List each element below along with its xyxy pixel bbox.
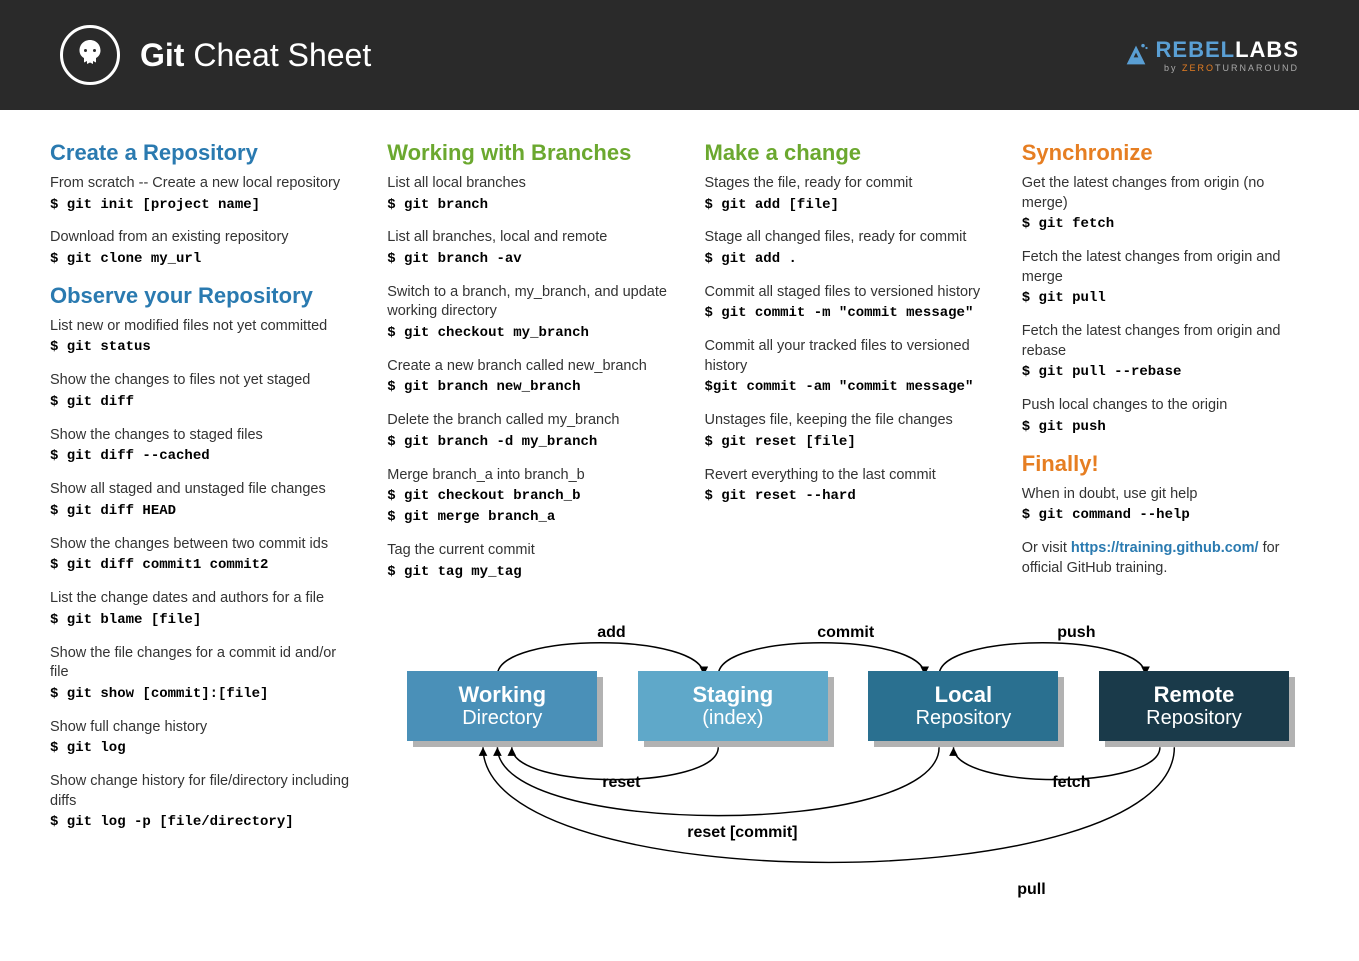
- cmd: $ git merge branch_a: [387, 508, 674, 527]
- label-reset-commit: reset [commit]: [687, 824, 797, 842]
- desc: Tag the current commit: [387, 541, 674, 561]
- desc: Revert everything to the last commit: [705, 466, 992, 486]
- desc: Delete the branch called my_branch: [387, 411, 674, 431]
- column-4: Synchronize Get the latest changes from …: [1022, 130, 1309, 596]
- column-right-wrap: Working with Branches List all local bra…: [387, 130, 1309, 936]
- rebellabs-icon: [1122, 41, 1150, 69]
- cmd: $ git branch new_branch: [387, 378, 674, 397]
- title-light: Cheat Sheet: [184, 37, 371, 73]
- cmd: $ git blame [file]: [50, 611, 357, 630]
- cmd: $ git add .: [705, 250, 992, 269]
- desc: Or visit https://training.github.com/ fo…: [1022, 539, 1309, 578]
- logo-labs: LABS: [1235, 37, 1299, 62]
- cmd: $ git init [project name]: [50, 196, 357, 215]
- desc: Download from an existing repository: [50, 228, 357, 248]
- desc: Show the file changes for a commit id an…: [50, 644, 357, 683]
- cmd: $ git checkout branch_b: [387, 487, 674, 506]
- cmd: $ git log -p [file/directory]: [50, 813, 357, 832]
- desc: Show the changes to files not yet staged: [50, 371, 357, 391]
- cmd: $ git pull: [1022, 289, 1309, 308]
- title-bold: Git: [140, 37, 184, 73]
- desc: Show the changes between two commit ids: [50, 535, 357, 555]
- diagram-arrows: [387, 616, 1309, 936]
- desc: Push local changes to the origin: [1022, 396, 1309, 416]
- heading-synchronize: Synchronize: [1022, 140, 1309, 166]
- desc: Commit all staged files to versioned his…: [705, 283, 992, 303]
- desc: Create a new branch called new_branch: [387, 357, 674, 377]
- desc: Commit all your tracked files to version…: [705, 337, 992, 376]
- cmd: $ git show [commit]:[file]: [50, 685, 357, 704]
- cmd: $ git pull --rebase: [1022, 363, 1309, 382]
- header-bar: Git Cheat Sheet REBELLABS by ZEROTURNARO…: [0, 0, 1359, 110]
- cmd: $ git reset [file]: [705, 433, 992, 452]
- desc: Stage all changed files, ready for commi…: [705, 228, 992, 248]
- heading-finally: Finally!: [1022, 451, 1309, 477]
- cmd: $ git branch -d my_branch: [387, 433, 674, 452]
- desc: Unstages file, keeping the file changes: [705, 411, 992, 431]
- content-grid: Create a Repository From scratch -- Crea…: [0, 110, 1359, 956]
- training-link[interactable]: https://training.github.com/: [1071, 540, 1259, 556]
- cmd: $ git fetch: [1022, 215, 1309, 234]
- github-octopus-icon: [60, 25, 120, 85]
- page-title: Git Cheat Sheet: [140, 37, 371, 74]
- logo-by: by: [1164, 63, 1182, 73]
- logo-zero: ZERO: [1182, 63, 1215, 73]
- cmd: $ git diff commit1 commit2: [50, 556, 357, 575]
- cmd: $ git checkout my_branch: [387, 324, 674, 343]
- column-3: Make a change Stages the file, ready for…: [705, 130, 992, 596]
- column-1: Create a Repository From scratch -- Crea…: [50, 130, 357, 936]
- column-2: Working with Branches List all local bra…: [387, 130, 674, 596]
- desc: When in doubt, use git help: [1022, 485, 1309, 505]
- cmd: $ git status: [50, 338, 357, 357]
- cmd: $ git reset --hard: [705, 487, 992, 506]
- cmd: $ git branch: [387, 196, 674, 215]
- logo-turnaround: TURNAROUND: [1215, 63, 1299, 73]
- desc: From scratch -- Create a new local repos…: [50, 174, 357, 194]
- label-fetch: fetch: [1052, 774, 1090, 792]
- cmd: $ git commit -m "commit message": [705, 304, 992, 323]
- logo-rebel: REBEL: [1156, 37, 1236, 62]
- cmd: $ git diff HEAD: [50, 502, 357, 521]
- cmd: $ git command --help: [1022, 506, 1309, 525]
- desc: List all branches, local and remote: [387, 228, 674, 248]
- git-flow-diagram: WorkingDirectory Staging(index) LocalRep…: [387, 616, 1309, 936]
- label-reset: reset: [602, 774, 640, 792]
- cmd: $ git add [file]: [705, 196, 992, 215]
- box-local-repository: LocalRepository: [868, 671, 1058, 741]
- rebellabs-logo: REBELLABS by ZEROTURNAROUND: [1122, 37, 1299, 73]
- label-add: add: [597, 624, 625, 642]
- cmd: $ git branch -av: [387, 250, 674, 269]
- heading-make-change: Make a change: [705, 140, 992, 166]
- cmd: $ git clone my_url: [50, 250, 357, 269]
- desc: Fetch the latest changes from origin and…: [1022, 322, 1309, 361]
- desc: Get the latest changes from origin (no m…: [1022, 174, 1309, 213]
- cmd: $ git tag my_tag: [387, 563, 674, 582]
- cmd: $ git push: [1022, 418, 1309, 437]
- heading-branches: Working with Branches: [387, 140, 674, 166]
- cmd: $git commit -am "commit message": [705, 378, 992, 397]
- desc: List the change dates and authors for a …: [50, 589, 357, 609]
- heading-observe-repo: Observe your Repository: [50, 283, 357, 309]
- desc: Fetch the latest changes from origin and…: [1022, 248, 1309, 287]
- desc: Show the changes to staged files: [50, 426, 357, 446]
- box-staging-index: Staging(index): [638, 671, 828, 741]
- cmd: $ git diff --cached: [50, 447, 357, 466]
- cmd: $ git diff: [50, 393, 357, 412]
- box-working-directory: WorkingDirectory: [407, 671, 597, 741]
- desc: Merge branch_a into branch_b: [387, 466, 674, 486]
- desc: Show change history for file/directory i…: [50, 772, 357, 811]
- desc: Switch to a branch, my_branch, and updat…: [387, 283, 674, 322]
- header-left: Git Cheat Sheet: [60, 25, 371, 85]
- box-remote-repository: RemoteRepository: [1099, 671, 1289, 741]
- label-commit: commit: [817, 624, 874, 642]
- desc: Show full change history: [50, 718, 357, 738]
- heading-create-repo: Create a Repository: [50, 140, 357, 166]
- label-push: push: [1057, 624, 1095, 642]
- label-pull: pull: [1017, 881, 1045, 899]
- cmd: $ git log: [50, 739, 357, 758]
- desc: Show all staged and unstaged file change…: [50, 480, 357, 500]
- desc: Stages the file, ready for commit: [705, 174, 992, 194]
- desc: List all local branches: [387, 174, 674, 194]
- desc: List new or modified files not yet commi…: [50, 317, 357, 337]
